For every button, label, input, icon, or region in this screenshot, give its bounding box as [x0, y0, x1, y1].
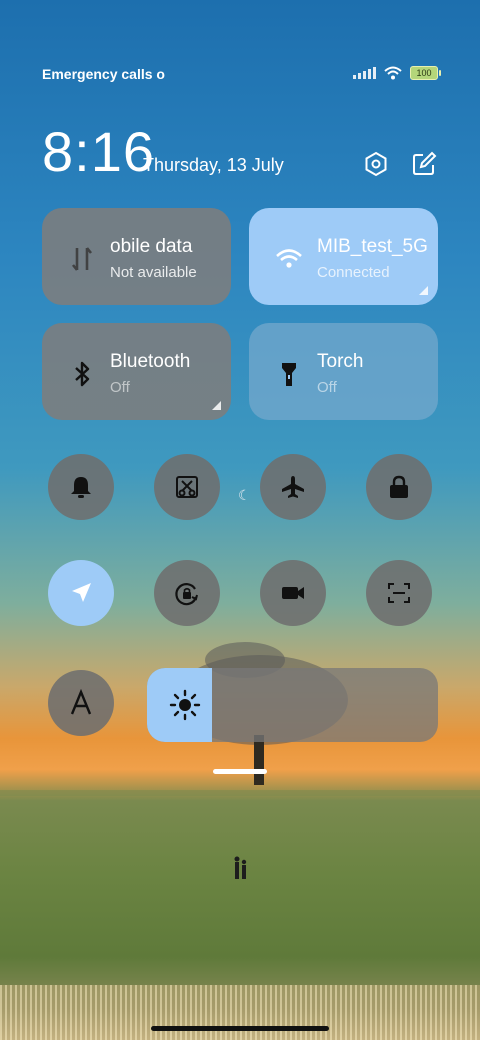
bluetooth-expand-icon[interactable] [212, 401, 221, 410]
bluetooth-label: Bluetooth [110, 351, 191, 372]
mobile-data-icon [71, 247, 93, 271]
sun-icon [169, 689, 201, 721]
clock-time: 8:16 [42, 120, 155, 183]
wallpaper-grass [0, 985, 480, 1040]
location-toggle[interactable] [48, 560, 114, 626]
bluetooth-status: Off [110, 379, 130, 396]
airplane-toggle[interactable] [260, 454, 326, 520]
panel-drag-handle[interactable] [213, 769, 267, 774]
clock-date: Thursday, 13 July [143, 155, 284, 175]
wifi-tile[interactable]: MIB_test_5G Connected [249, 208, 438, 305]
torch-tile[interactable]: Torch Off [249, 323, 438, 420]
screenshot-icon [176, 476, 198, 498]
video-toggle[interactable] [260, 560, 326, 626]
settings-icon[interactable] [362, 150, 390, 178]
rotation-lock-toggle[interactable] [154, 560, 220, 626]
wifi-expand-icon[interactable] [419, 286, 428, 295]
wallpaper-horizon [0, 790, 480, 796]
edit-icon[interactable] [410, 150, 438, 178]
mobile-data-label: obile data [110, 236, 193, 257]
airplane-icon [282, 476, 304, 498]
scanner-toggle[interactable] [366, 560, 432, 626]
navigation-bar[interactable] [151, 1026, 329, 1031]
bluetooth-tile[interactable]: Bluetooth Off [42, 323, 231, 420]
torch-status: Off [317, 379, 337, 396]
lock-icon [390, 475, 408, 498]
carrier-text: Emergency calls o [42, 66, 165, 82]
torch-label: Torch [317, 351, 364, 372]
battery-icon: 100 [410, 66, 441, 80]
font-size-toggle[interactable] [48, 670, 114, 736]
status-bar: Emergency calls o 100 [42, 66, 441, 88]
wifi-status-icon [384, 66, 402, 80]
scan-icon [388, 583, 410, 603]
bell-icon [71, 477, 91, 498]
brightness-slider[interactable] [147, 668, 438, 742]
screenshot-toggle[interactable] [154, 454, 220, 520]
bluetooth-icon [75, 361, 90, 387]
status-icons: 100 [353, 66, 441, 80]
location-icon [72, 583, 91, 602]
mobile-data-tile[interactable]: obile data Not available [42, 208, 231, 305]
wifi-icon [276, 249, 302, 268]
wallpaper-people [234, 856, 247, 879]
ringer-toggle[interactable] [48, 454, 114, 520]
torch-icon [282, 363, 296, 386]
signal-icon [353, 67, 376, 79]
rotation-lock-icon [175, 583, 198, 606]
wifi-status: Connected [317, 264, 390, 281]
mobile-data-status: Not available [110, 264, 197, 281]
font-icon [70, 689, 92, 715]
lock-toggle[interactable] [366, 454, 432, 520]
wifi-label: MIB_test_5G [317, 236, 428, 257]
moon-glyph: ☾ [238, 487, 251, 503]
video-icon [282, 587, 304, 599]
